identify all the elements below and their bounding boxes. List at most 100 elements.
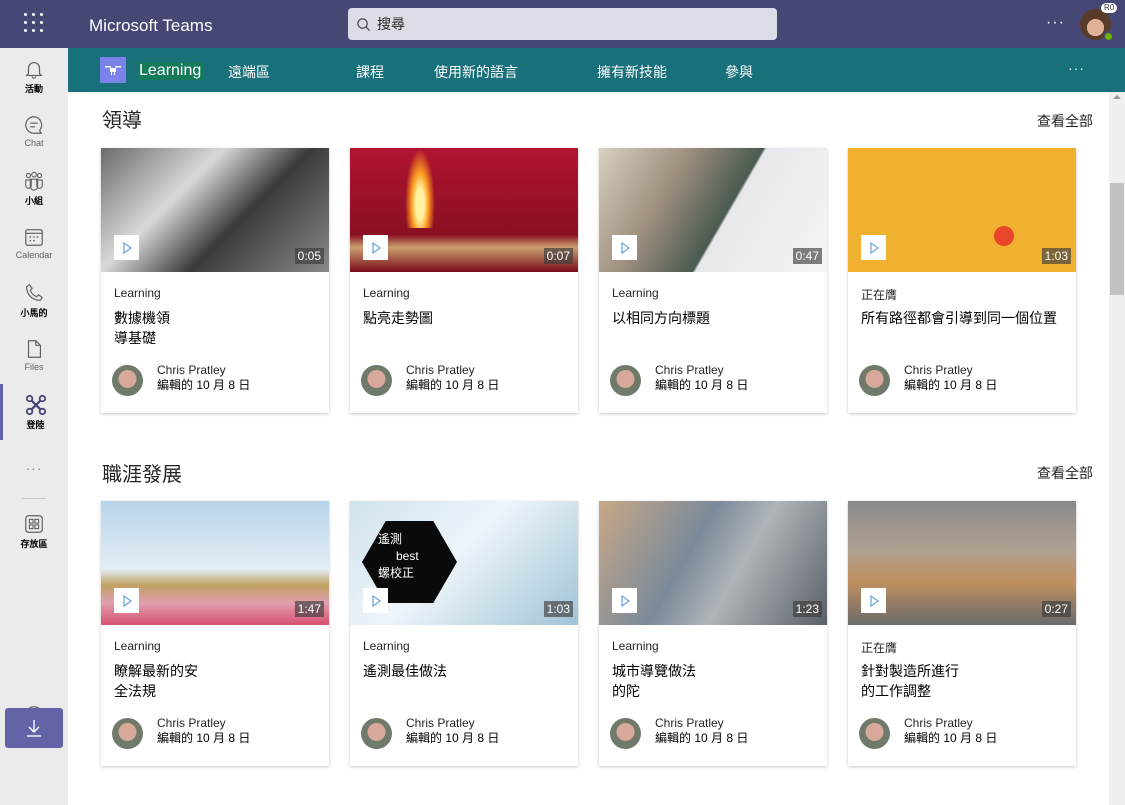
- rail-item-chat[interactable]: Chat: [0, 104, 68, 160]
- search-input[interactable]: 搜尋: [348, 8, 777, 40]
- play-icon: [372, 241, 381, 254]
- scroll-up-arrow-icon[interactable]: [1113, 95, 1121, 99]
- card-title-line: 數據機領: [114, 310, 170, 326]
- play-button[interactable]: [861, 588, 886, 613]
- edit-date: 編輯的 10 月 8 日: [904, 731, 998, 745]
- tab-remote[interactable]: 遠端區: [228, 62, 270, 82]
- video-duration: 0:05: [294, 248, 324, 264]
- file-icon: [27, 340, 42, 358]
- card-title-line: 的工作調整: [861, 683, 931, 699]
- drone-icon: [25, 394, 46, 416]
- card-title-line: 所有路徑都會引導到同一個位置: [861, 310, 1057, 326]
- scrollbar-thumb[interactable]: [1110, 183, 1124, 295]
- card-title: 城市導覽做法 的陀: [612, 661, 817, 701]
- play-icon: [123, 594, 132, 607]
- edit-date: 編輯的 10 月 8 日: [904, 378, 998, 392]
- card-title: 點亮走勢圖: [363, 308, 568, 328]
- video-duration: 1:47: [294, 601, 324, 617]
- apps-icon: [25, 515, 43, 533]
- card-title-line: 導基礎: [114, 330, 156, 346]
- play-button[interactable]: [363, 235, 388, 260]
- user-avatar[interactable]: [1080, 9, 1114, 42]
- flame-graphic: [405, 148, 435, 228]
- search-placeholder: 搜尋: [377, 16, 405, 32]
- card-title-line: 城市導覽做法: [612, 663, 696, 679]
- app-launcher-icon[interactable]: [24, 13, 44, 33]
- rail-item-files[interactable]: Files: [0, 328, 68, 384]
- rail-item-label: Calendar: [15, 250, 53, 260]
- edit-date: 編輯的 10 月 8 日: [406, 378, 500, 392]
- author-name: Chris Pratley: [157, 363, 226, 377]
- tab-new-language[interactable]: 使用新的語言: [434, 62, 518, 82]
- play-button[interactable]: [861, 235, 886, 260]
- drone-icon: [105, 66, 121, 75]
- author-avatar: [112, 365, 143, 396]
- course-card[interactable]: 0:47 Learning 以相同方向標題 Chris Pratley 編輯的 …: [599, 148, 827, 413]
- course-card[interactable]: 遙測 best 螺校正 1:03 Learning 遙測最佳做法 Chris P…: [350, 501, 578, 766]
- rail-item-teams[interactable]: 小組: [0, 160, 68, 216]
- card-title: 遙測最佳做法: [363, 661, 568, 681]
- course-card[interactable]: 1:03 正在膺 所有路徑都會引導到同一個位置 Chris Pratley 編輯…: [848, 148, 1076, 413]
- course-card[interactable]: 0:05 Learning 數據機領 導基礎 Chris Pratley 編輯的 …: [101, 148, 329, 413]
- author-name: Chris Pratley: [406, 363, 475, 377]
- rail-item-store[interactable]: 存放區: [0, 503, 68, 559]
- card-title-line: 點亮走勢圖: [363, 310, 433, 326]
- overlay-line: best: [396, 549, 419, 563]
- video-thumbnail[interactable]: 1:23: [599, 501, 827, 625]
- see-all-link[interactable]: 查看全部: [1037, 463, 1093, 483]
- card-title: 針對製造所進行 的工作調整: [861, 661, 1066, 701]
- card-title-line: 的陀: [612, 683, 640, 699]
- play-button[interactable]: [612, 235, 637, 260]
- edit-date: 編輯的 10 月 8 日: [157, 378, 251, 392]
- bell-icon: [25, 62, 43, 79]
- play-button[interactable]: [114, 588, 139, 613]
- video-thumbnail[interactable]: 0:27: [848, 501, 1076, 625]
- card-category: Learning: [363, 286, 410, 300]
- download-button[interactable]: [5, 708, 63, 748]
- play-button[interactable]: [114, 235, 139, 260]
- card-category: Learning: [612, 639, 659, 653]
- play-button[interactable]: [612, 588, 637, 613]
- video-thumbnail[interactable]: 遙測 best 螺校正 1:03: [350, 501, 578, 625]
- author-name: Chris Pratley: [904, 363, 973, 377]
- vertical-scrollbar[interactable]: [1109, 92, 1125, 805]
- card-title: 以相同方向標題: [612, 308, 817, 328]
- edit-date: 編輯的 10 月 8 日: [157, 731, 251, 745]
- author-avatar: [610, 718, 641, 749]
- title-bar: Microsoft Teams 搜尋 ··· R0: [0, 0, 1125, 48]
- rail-item-calendar[interactable]: Calendar: [0, 216, 68, 272]
- search-icon: [357, 17, 371, 31]
- video-duration: 0:47: [792, 248, 822, 264]
- rail-item-label: 活動: [24, 84, 43, 94]
- rail-item-activity[interactable]: 活動: [0, 48, 68, 104]
- tab-engage[interactable]: 參與: [725, 62, 753, 82]
- rail-item-learning[interactable]: 登陸: [0, 384, 68, 440]
- course-card[interactable]: 0:07 Learning 點亮走勢圖 Chris Pratley 編輯的 10…: [350, 148, 578, 413]
- app-rail: 活動 Chat 小組 Calendar 小馬的 Files 登陸 ··· 存放區…: [0, 48, 68, 805]
- more-options-button[interactable]: ···: [1046, 14, 1065, 32]
- edit-date: 編輯的 10 月 8 日: [655, 731, 749, 745]
- author-avatar: [859, 718, 890, 749]
- video-thumbnail[interactable]: 0:07: [350, 148, 578, 272]
- card-category: Learning: [114, 639, 161, 653]
- card-title-line: 遙測最佳做法: [363, 663, 447, 679]
- chat-icon: [25, 116, 43, 134]
- video-thumbnail[interactable]: 1:03: [848, 148, 1076, 272]
- course-card[interactable]: 1:47 Learning 瞭解最新的安 全法規 Chris Pratley 編輯…: [101, 501, 329, 766]
- tab-courses[interactable]: 課程: [356, 62, 384, 82]
- video-thumbnail[interactable]: 1:47: [101, 501, 329, 625]
- rail-item-calls[interactable]: 小馬的: [0, 272, 68, 328]
- course-card[interactable]: 0:27 正在膺 針對製造所進行 的工作調整 Chris Pratley 編輯的 …: [848, 501, 1076, 766]
- card-title-line: 全法規: [114, 683, 156, 699]
- video-thumbnail[interactable]: 0:47: [599, 148, 827, 272]
- more-apps-button[interactable]: ···: [0, 460, 68, 476]
- app-more-button[interactable]: ···: [1068, 60, 1085, 76]
- learning-app-logo: [100, 57, 126, 83]
- see-all-link[interactable]: 查看全部: [1037, 111, 1093, 131]
- author-avatar: [361, 718, 392, 749]
- play-button[interactable]: [363, 588, 388, 613]
- tab-new-skills[interactable]: 擁有新技能: [597, 62, 667, 82]
- course-card[interactable]: 1:23 Learning 城市導覽做法 的陀 Chris Pratley 編輯的…: [599, 501, 827, 766]
- video-thumbnail[interactable]: 0:05: [101, 148, 329, 272]
- card-category: 正在膺: [861, 641, 898, 655]
